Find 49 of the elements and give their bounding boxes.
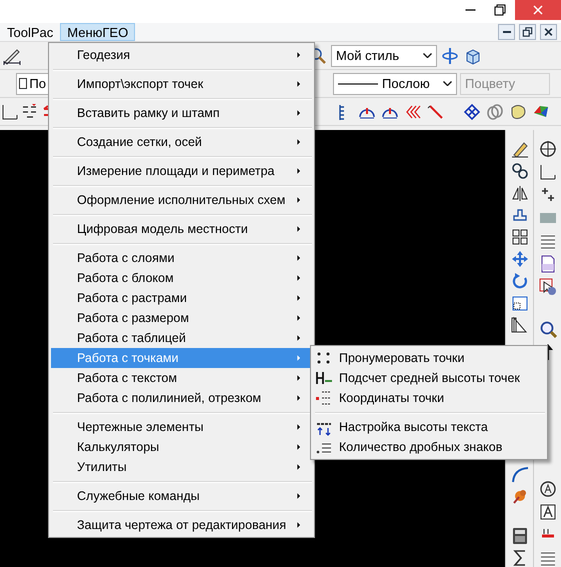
menu-bar-item[interactable]: МенюГЕО [60, 23, 136, 41]
menu-item-label: Работа с растрами [77, 290, 188, 307]
menu-item[interactable]: Калькуляторы [51, 437, 312, 457]
menu-item-label: Работа с слоями [77, 250, 176, 267]
menu-item[interactable]: Работа с растрами [51, 288, 312, 308]
menu-item[interactable]: Работа с текстом [51, 368, 312, 388]
menu-item[interactable]: Работа с полилинией, отрезком [51, 388, 312, 408]
menu-item[interactable]: Работа с блоком [51, 268, 312, 288]
menu-item[interactable]: Настройка высоты текста [339, 418, 488, 436]
menu-item[interactable]: Оформление исполнительных схем [51, 190, 312, 210]
menu-item[interactable]: Измерение площади и периметра [51, 161, 312, 181]
menu-item[interactable]: Геодезия [51, 45, 312, 65]
menu-item-label: Оформление исполнительных схем [77, 192, 286, 209]
menu-item-label: Импорт\экспорт точек [77, 76, 204, 93]
menu-item-label: Геодезия [77, 46, 132, 64]
menu-item-label: Цифровая модель местности [77, 220, 249, 238]
menu-item[interactable]: Создание сетки, осей [51, 132, 312, 152]
dropdown[interactable]: Послою [333, 72, 457, 94]
menu-item-label: Работа с полилинией, отрезком [77, 390, 262, 407]
menu-item[interactable]: Координаты точки [339, 388, 444, 408]
menu-item-label: Чертежные элементы [77, 418, 205, 436]
dropdown[interactable]: Мой стиль [331, 44, 437, 66]
menu-item-label: Работа с точками [77, 350, 180, 367]
menu-item[interactable]: Цифровая модель местности [51, 219, 312, 239]
menu-item[interactable]: Количество дробных знаков [339, 438, 502, 456]
menu-item[interactable]: Работа с размером [51, 308, 312, 328]
menu-item[interactable]: Вставить рамку и штамп [51, 103, 312, 123]
menu-item-label: Утилиты [77, 458, 128, 476]
menu-item-label: Работа с таблицей [77, 330, 187, 347]
menu-item-label: Работа с текстом [77, 370, 178, 387]
menu-item-label: Служебные команды [77, 488, 201, 505]
menu-item-label: Измерение площади и периметра [77, 162, 276, 180]
menu-item[interactable]: Работа с таблицей [51, 328, 312, 348]
layer-dropdown[interactable]: По [16, 72, 49, 94]
menu-item[interactable]: Пронумеровать точки [339, 348, 464, 368]
menu-item-label: Работа с блоком [77, 270, 175, 287]
menu-item[interactable]: Подсчет средней высоты точек [339, 368, 520, 388]
menu-item[interactable]: Чертежные элементы [51, 417, 312, 437]
menu-item-label: Создание сетки, осей [77, 134, 203, 151]
menu-item-label: Калькуляторы [77, 438, 160, 456]
menu-bar-item[interactable]: ToolPac [0, 23, 60, 41]
menu-item[interactable]: Работа с слоями [51, 248, 312, 268]
menu-item[interactable]: Служебные команды [51, 486, 312, 506]
menu-item[interactable]: Утилиты [51, 457, 312, 477]
menu-item-label: Защита чертежа от редактирования [77, 516, 288, 534]
menu-item[interactable]: Защита чертежа от редактирования [51, 515, 312, 535]
menu-item-label: Работа с размером [77, 310, 190, 327]
menu-item[interactable]: Импорт\экспорт точек [51, 74, 312, 94]
menu-item-label: Вставить рамку и штамп [77, 104, 221, 122]
